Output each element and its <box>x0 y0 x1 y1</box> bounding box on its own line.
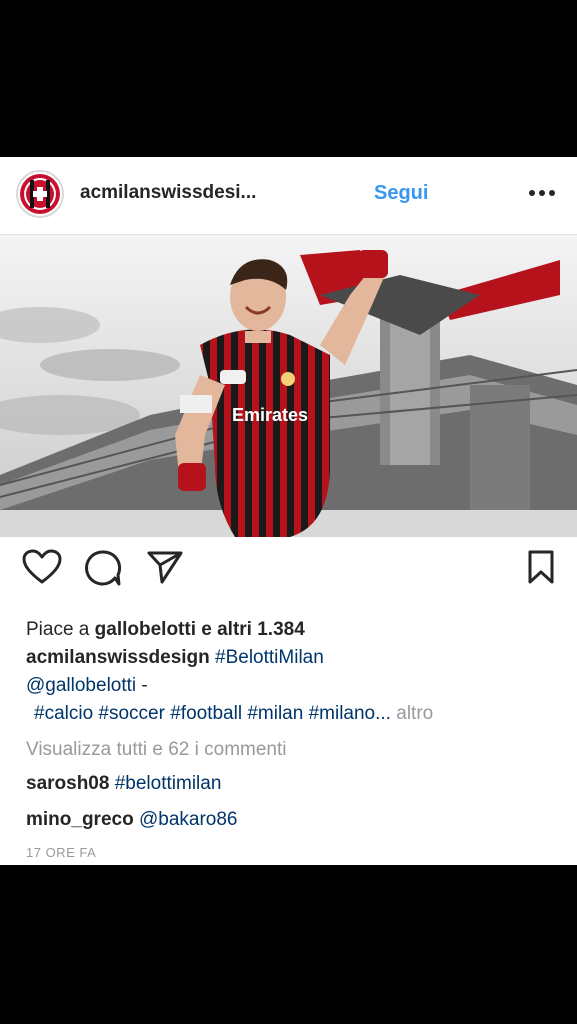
comment-item: sarosh08 #belottimilan <box>26 773 566 795</box>
caption-username[interactable]: acmilanswissdesign <box>26 647 210 668</box>
comment-username[interactable]: sarosh08 <box>26 773 109 794</box>
post-image[interactable]: Emirates <box>0 235 577 537</box>
post-timestamp: 17 ORE FA <box>26 845 97 860</box>
post-username[interactable]: acmilanswissdesi... <box>80 182 256 204</box>
bookmark-icon[interactable] <box>527 549 555 585</box>
svg-text:Emirates: Emirates <box>232 405 308 425</box>
comment-icon[interactable] <box>84 549 122 587</box>
caption-dash: - <box>136 675 148 696</box>
post-header: acmilanswissdesi... Segui <box>0 157 577 235</box>
likes-user[interactable]: gallobelotti <box>95 619 196 640</box>
football-player-stadium-image: Emirates <box>0 235 577 537</box>
acmilan-swiss-logo-icon <box>20 174 60 214</box>
comment-username[interactable]: mino_greco <box>26 809 134 830</box>
post-actions-bar <box>0 549 577 599</box>
caption-hashtag-main[interactable]: #BelottiMilan <box>215 647 324 668</box>
caption-mention[interactable]: @gallobelotti <box>26 675 136 696</box>
comment-item: mino_greco @bakaro86 <box>26 809 566 831</box>
share-icon[interactable] <box>146 549 184 585</box>
avatar[interactable] <box>16 170 64 218</box>
more-options-icon[interactable] <box>527 187 557 199</box>
likes-summary[interactable]: Piace a gallobelotti e altri 1.384 <box>26 619 566 641</box>
caption-line-1: acmilanswissdesign #BelottiMilan <box>26 647 566 669</box>
caption-line-3: #calcio #soccer #football #milan #milano… <box>34 703 574 725</box>
likes-prefix: Piace a <box>26 619 95 640</box>
heart-icon[interactable] <box>22 549 62 585</box>
caption-hashtags[interactable]: #calcio #soccer #football #milan #milano… <box>34 703 391 724</box>
view-all-comments-link[interactable]: Visualizza tutti e 62 i commenti <box>26 739 566 761</box>
instagram-post-card: acmilanswissdesi... Segui Emirates Piace… <box>0 157 577 865</box>
likes-suffix[interactable]: e altri 1.384 <box>196 619 305 640</box>
comment-text[interactable]: @bakaro86 <box>139 809 238 830</box>
comment-text[interactable]: #belottimilan <box>115 773 222 794</box>
caption-line-2: @gallobelotti - <box>26 675 566 697</box>
caption-more-link[interactable]: altro <box>396 703 433 724</box>
follow-button[interactable]: Segui <box>374 182 428 205</box>
